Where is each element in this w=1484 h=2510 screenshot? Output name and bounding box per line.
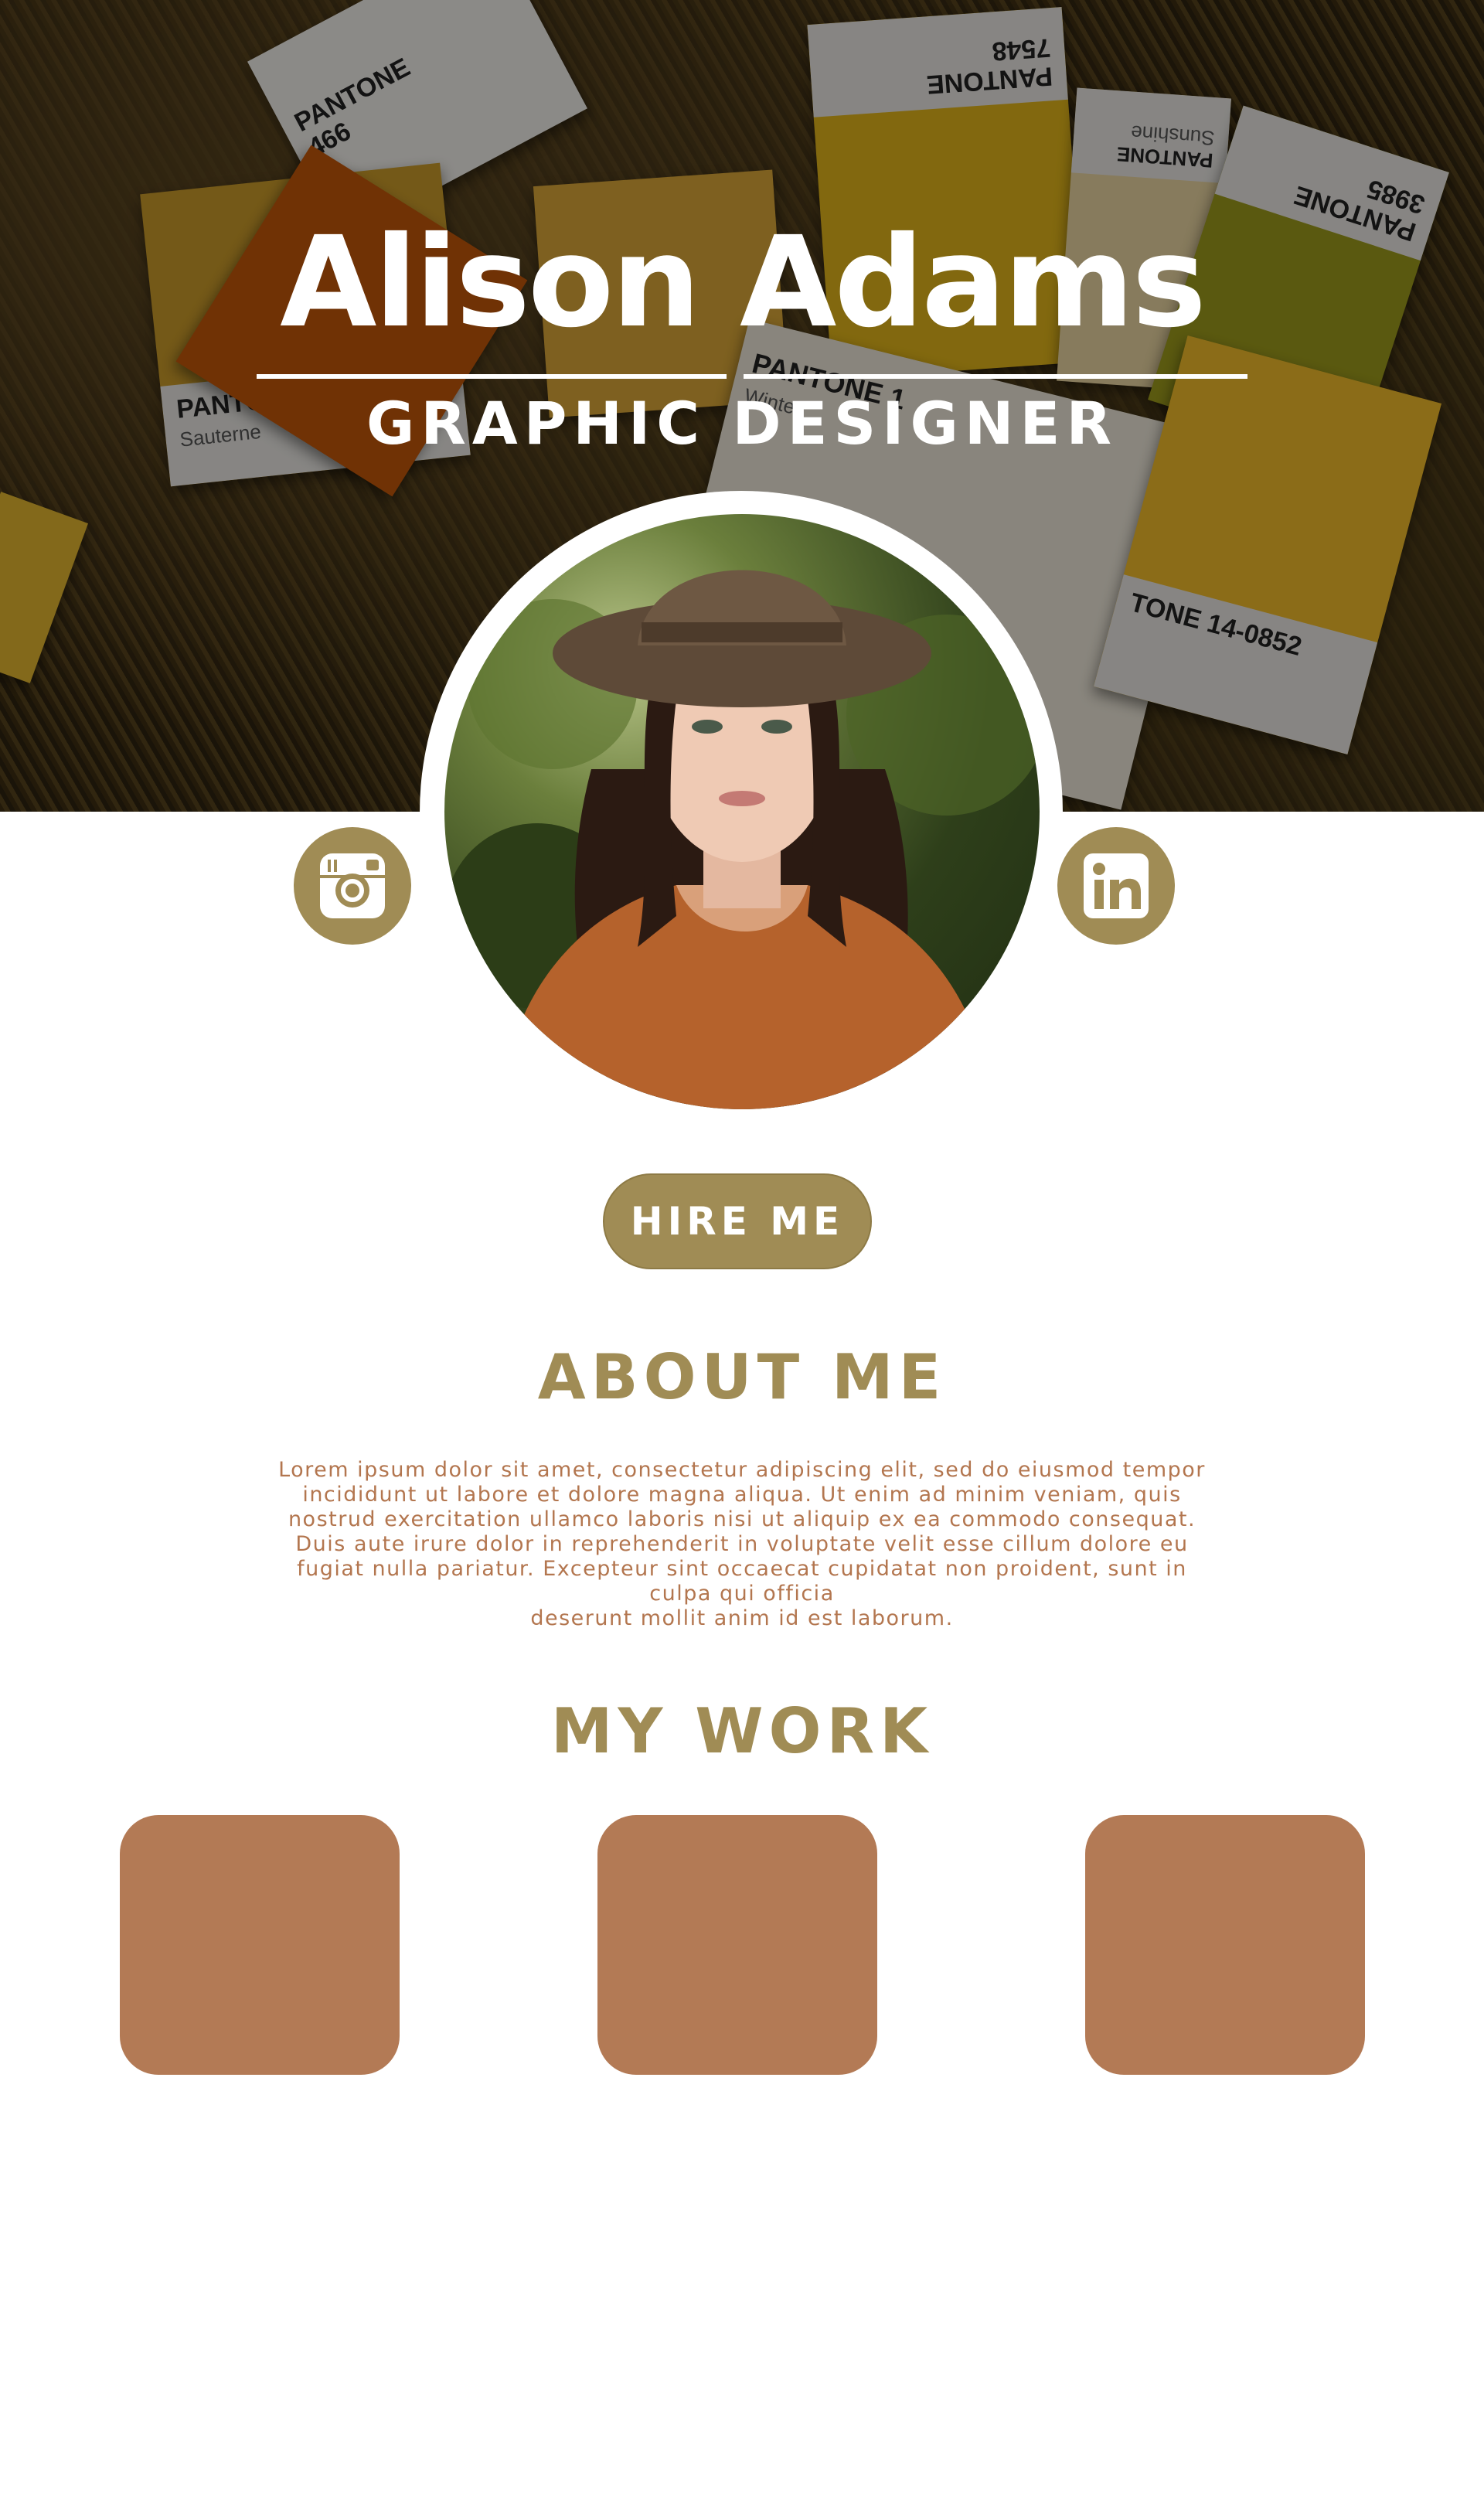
work-item-2[interactable] (597, 1815, 877, 2075)
avatar (444, 514, 1040, 1109)
about-line: culpa qui officia (649, 1582, 835, 1606)
about-heading: ABOUT ME (537, 1341, 947, 1413)
about-line: nostrud exercitation ullamco laboris nis… (288, 1507, 1196, 1531)
hero-divider-right (744, 374, 1247, 379)
about-paragraph: Lorem ipsum dolor sit amet, consectetur … (232, 1458, 1252, 1631)
about-line: Duis aute irure dolor in reprehenderit i… (295, 1532, 1189, 1556)
linkedin-icon (1084, 853, 1149, 918)
work-item-1[interactable] (120, 1815, 400, 2075)
work-heading: MY WORK (550, 1695, 934, 1767)
hero-job-title: GRAPHIC DESIGNER (366, 389, 1118, 458)
avatar-portrait (444, 570, 1040, 1109)
instagram-link[interactable] (294, 827, 411, 945)
linkedin-link[interactable] (1057, 827, 1175, 945)
work-item-3[interactable] (1085, 1815, 1365, 2075)
instagram-icon (320, 853, 385, 918)
about-line: fugiat nulla pariatur. Excepteur sint oc… (297, 1557, 1187, 1581)
hero-divider-left (257, 374, 727, 379)
about-line: Lorem ipsum dolor sit amet, consectetur … (278, 1458, 1206, 1482)
hero-name: Alison Adams (280, 210, 1207, 356)
about-line: deserunt mollit anim id est laborum. (530, 1606, 954, 1630)
hire-me-button[interactable]: HIRE ME (603, 1173, 872, 1269)
about-line: incididunt ut labore et dolore magna ali… (302, 1483, 1182, 1507)
